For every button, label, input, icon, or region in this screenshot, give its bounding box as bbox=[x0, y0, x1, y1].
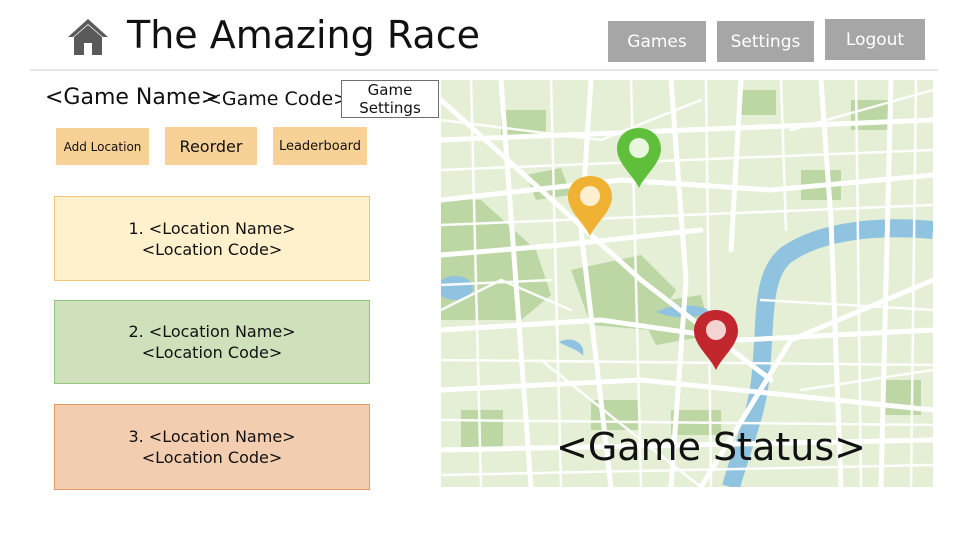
game-settings-label-line1: Game bbox=[367, 81, 413, 99]
app-title: The Amazing Race bbox=[127, 13, 480, 57]
add-location-button[interactable]: Add Location bbox=[56, 128, 149, 165]
location-card-3[interactable]: 3. <Location Name> <Location Code> bbox=[54, 404, 370, 490]
leaderboard-button[interactable]: Leaderboard bbox=[273, 127, 367, 165]
game-settings-button[interactable]: Game Settings bbox=[341, 80, 439, 118]
header-divider bbox=[30, 69, 938, 71]
location-code: <Location Code> bbox=[141, 343, 283, 362]
game-status: <Game Status> bbox=[556, 425, 866, 469]
location-name: 2. <Location Name> bbox=[128, 322, 296, 341]
location-name: 1. <Location Name> bbox=[128, 218, 296, 238]
game-code: <Game Code> bbox=[206, 88, 350, 110]
location-card-2[interactable]: 2. <Location Name> <Location Code> bbox=[54, 300, 370, 384]
game-settings-label-line2: Settings bbox=[359, 99, 421, 117]
home-icon[interactable] bbox=[66, 17, 110, 57]
location-card-1[interactable]: 1. <Location Name> <Location Code> bbox=[54, 196, 370, 281]
location-name: 3. <Location Name> bbox=[128, 427, 296, 446]
settings-button[interactable]: Settings bbox=[717, 21, 814, 62]
reorder-button[interactable]: Reorder bbox=[165, 127, 257, 165]
games-button[interactable]: Games bbox=[608, 21, 706, 62]
location-code: <Location Code> bbox=[141, 448, 283, 467]
logout-button[interactable]: Logout bbox=[825, 19, 925, 60]
game-name: <Game Name> bbox=[45, 85, 220, 110]
location-code: <Location Code> bbox=[141, 239, 283, 259]
